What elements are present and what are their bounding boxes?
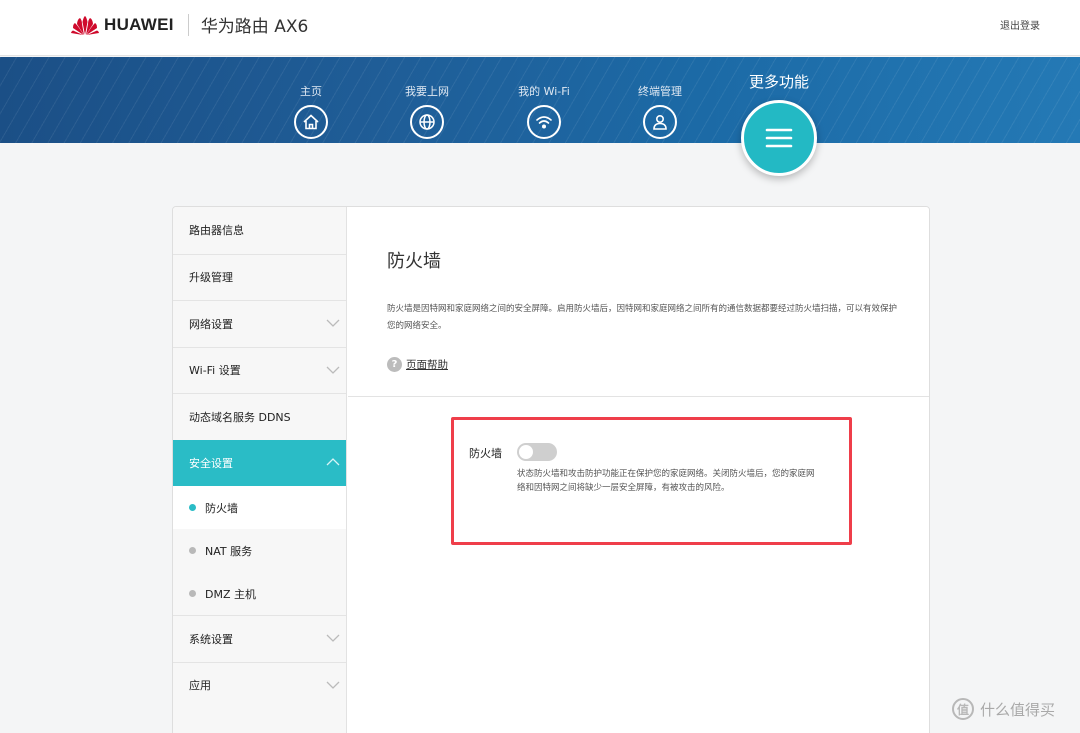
logout-link[interactable]: 退出登录 xyxy=(1000,17,1040,32)
top-bar: HUAWEI 华为路由 AX6 退出登录 xyxy=(0,0,1080,56)
sidebar-item-security[interactable]: 安全设置 xyxy=(173,439,346,486)
chevron-up-icon xyxy=(326,457,340,465)
highlight-box xyxy=(451,417,852,545)
watermark-text: 什么值得买 xyxy=(980,700,1056,719)
user-icon xyxy=(643,105,677,139)
sidebar-item-label: 应用 xyxy=(189,679,211,693)
huawei-logo-icon xyxy=(71,15,99,35)
nav-home[interactable]: 主页 xyxy=(266,57,356,139)
chevron-down-icon xyxy=(326,634,340,642)
watermark-logo: 值 xyxy=(952,698,974,720)
nav-wifi-label: 我的 Wi-Fi xyxy=(518,85,570,98)
sidebar: 路由器信息 升级管理 网络设置 Wi-Fi 设置 动态域名服务 DDNS 安全设… xyxy=(173,207,347,733)
sidebar-item-label: 网络设置 xyxy=(189,317,233,331)
chevron-down-icon xyxy=(326,366,340,374)
nav-more-button[interactable] xyxy=(741,100,817,176)
bullet-dot xyxy=(189,590,196,597)
sidebar-item-system[interactable]: 系统设置 xyxy=(173,615,346,662)
sidebar-item-upgrade[interactable]: 升级管理 xyxy=(173,253,346,301)
nav-more-label: 更多功能 xyxy=(748,73,809,91)
product-name: 华为路由 AX6 xyxy=(200,17,309,37)
sidebar-subitem-dmz[interactable]: DMZ 主机 xyxy=(173,572,346,615)
nav-devices-label: 终端管理 xyxy=(638,85,682,98)
sidebar-item-label: 系统设置 xyxy=(189,632,233,646)
bullet-dot xyxy=(189,547,196,554)
logo-divider xyxy=(187,13,189,36)
nav-wifi[interactable]: 我的 Wi-Fi xyxy=(499,57,589,139)
sidebar-item-apps[interactable]: 应用 xyxy=(173,661,346,709)
nav-home-label: 主页 xyxy=(300,85,322,98)
page-help-link[interactable]: ? 页面帮助 xyxy=(387,357,448,372)
nav-internet[interactable]: 我要上网 xyxy=(382,57,472,139)
brand-name: HUAWEI xyxy=(104,14,174,34)
chevron-down-icon xyxy=(326,681,340,689)
sidebar-subitem-nat[interactable]: NAT 服务 xyxy=(173,529,346,572)
chevron-down-icon xyxy=(326,319,340,327)
sidebar-subitem-label: DMZ 主机 xyxy=(205,587,256,601)
bullet-dot xyxy=(189,504,196,511)
sidebar-item-label: 动态域名服务 DDNS xyxy=(189,410,291,424)
sidebar-item-label: 安全设置 xyxy=(189,456,233,470)
sidebar-item-network[interactable]: 网络设置 xyxy=(173,300,346,347)
help-icon: ? xyxy=(387,357,402,372)
divider xyxy=(348,396,929,397)
sidebar-item-label: 升级管理 xyxy=(189,271,233,285)
page-description: 防火墙是因特网和家庭网络之间的安全屏障。启用防火墙后，因特网和家庭网络之间所有的… xyxy=(387,304,898,331)
logo: HUAWEI 华为路由 AX6 xyxy=(70,12,308,37)
sidebar-item-ddns[interactable]: 动态域名服务 DDNS xyxy=(173,393,346,440)
globe-icon xyxy=(410,105,444,139)
sidebar-item-wifi[interactable]: Wi-Fi 设置 xyxy=(173,346,346,394)
help-link-text: 页面帮助 xyxy=(406,359,448,371)
nav-internet-label: 我要上网 xyxy=(405,85,449,98)
watermark: 值 什么值得买 xyxy=(952,698,1055,720)
sidebar-subitem-firewall[interactable]: 防火墙 xyxy=(173,486,346,529)
nav-devices[interactable]: 终端管理 xyxy=(615,57,705,139)
sidebar-subitem-label: NAT 服务 xyxy=(205,544,253,558)
home-icon xyxy=(294,105,328,139)
sidebar-item-label: Wi-Fi 设置 xyxy=(189,364,241,378)
sidebar-subitem-label: 防火墙 xyxy=(205,501,238,515)
sidebar-item-router-info[interactable]: 路由器信息 xyxy=(173,207,346,254)
wifi-icon xyxy=(527,105,561,139)
nav-banner: 主页 我要上网 我的 Wi-Fi 终端管理 更多功能 xyxy=(0,57,1080,176)
page-title: 防火墙 xyxy=(387,251,441,272)
sidebar-item-label: 路由器信息 xyxy=(189,224,244,238)
menu-icon xyxy=(765,128,793,148)
